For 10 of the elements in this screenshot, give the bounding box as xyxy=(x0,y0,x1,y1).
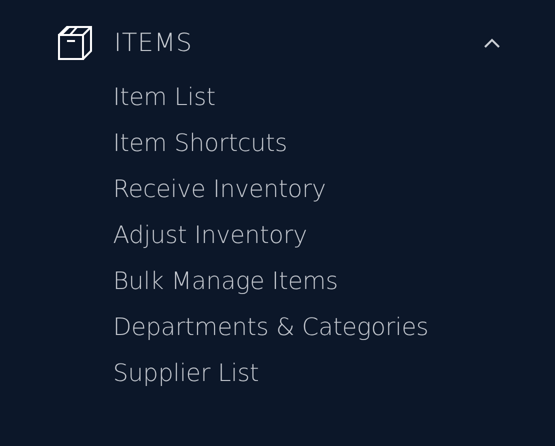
menu-link[interactable]: Departments & Categories xyxy=(113,304,428,350)
menu-link[interactable]: Receive Inventory xyxy=(113,166,326,212)
menu-link[interactable]: Bulk Manage Items xyxy=(113,258,338,304)
menu-link[interactable]: Adjust Inventory xyxy=(113,212,308,258)
menu-link[interactable]: Item List xyxy=(113,74,216,120)
box-icon xyxy=(56,24,94,62)
menu-link[interactable]: Supplier List xyxy=(113,350,259,396)
section-header[interactable]: ITEMS xyxy=(56,20,502,66)
chevron-up-icon xyxy=(484,38,500,48)
menu-link[interactable]: Item Shortcuts xyxy=(113,120,288,166)
